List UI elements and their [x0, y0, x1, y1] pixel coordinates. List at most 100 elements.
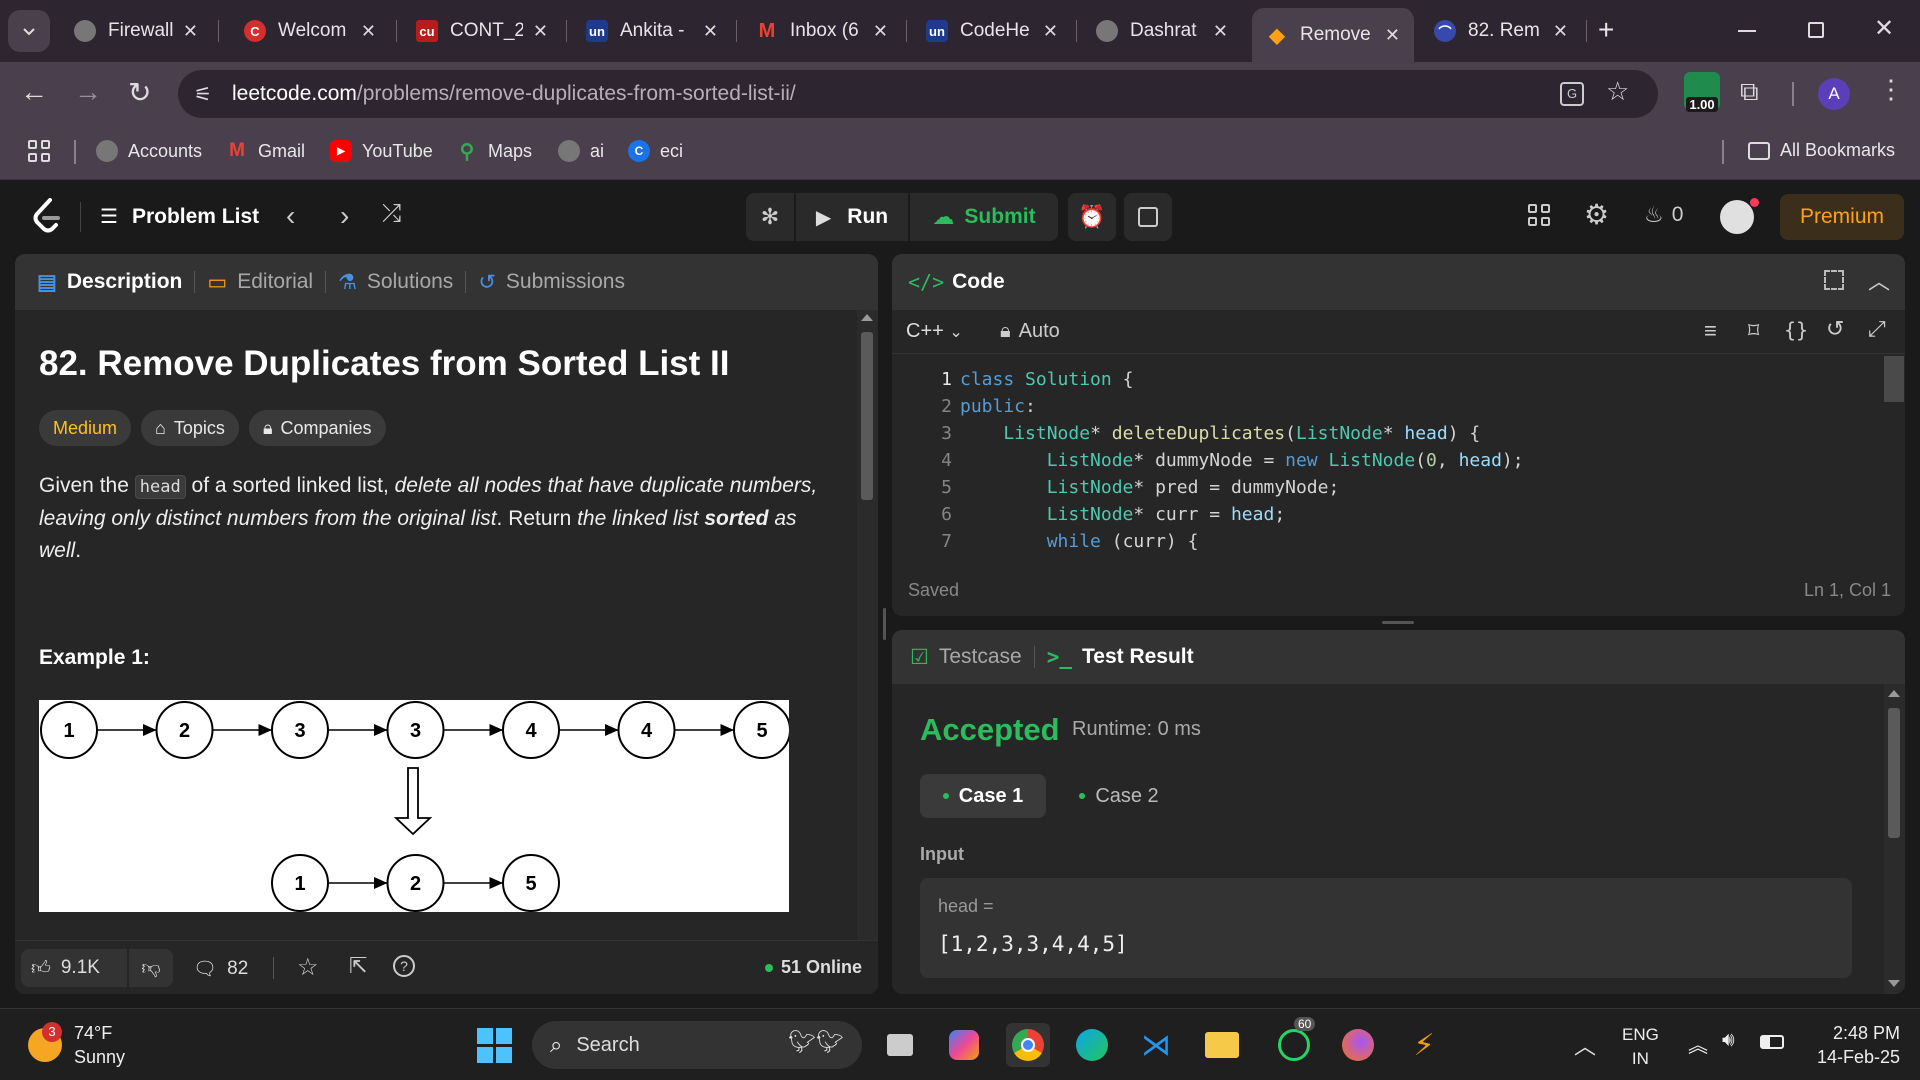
extensions-puzzle-icon[interactable]: ⧉: [1740, 76, 1759, 108]
code-line[interactable]: 7 while (curr) {: [892, 528, 1892, 555]
fullscreen-icon[interactable]: [1824, 270, 1844, 290]
edge-icon[interactable]: [1070, 1023, 1114, 1067]
code-line[interactable]: 4 ListNode* dummyNode = new ListNode(0, …: [892, 447, 1892, 474]
result-scrollbar[interactable]: [1884, 684, 1905, 994]
scrollbar[interactable]: [857, 310, 878, 994]
bookmark-ai[interactable]: ai: [558, 140, 604, 162]
browser-tab[interactable]: C Welcom ✕: [230, 10, 390, 52]
expand-icon[interactable]: ⤢: [1868, 316, 1886, 342]
weather-widget[interactable]: 3 74°F Sunny: [28, 1021, 125, 1069]
scroll-thumb[interactable]: [861, 332, 873, 500]
share-icon[interactable]: ⇱: [349, 953, 367, 979]
close-icon[interactable]: ✕: [1043, 21, 1058, 42]
whatsapp-icon[interactable]: 60: [1272, 1017, 1316, 1067]
tab-solutions[interactable]: ⚗ Solutions: [338, 270, 453, 295]
code-line[interactable]: 2 public:: [892, 393, 1892, 420]
bookmark-icon[interactable]: ⌑: [1748, 318, 1759, 344]
show-hidden-icons[interactable]: ︿: [1574, 1029, 1596, 1061]
language-indicator[interactable]: ENG IN: [1622, 1023, 1659, 1071]
close-icon[interactable]: ✕: [183, 21, 198, 42]
auto-mode[interactable]: 🔒︎ Auto: [1000, 320, 1060, 343]
user-avatar[interactable]: [1720, 198, 1759, 234]
new-tab-icon[interactable]: +: [1598, 14, 1614, 46]
translate-icon[interactable]: G: [1560, 82, 1584, 106]
close-icon[interactable]: ✕: [533, 21, 548, 42]
bookmark-maps[interactable]: ⚲ Maps: [456, 140, 532, 163]
close-icon[interactable]: ✕: [703, 21, 718, 42]
reset-icon[interactable]: ↺: [1826, 316, 1844, 342]
vscode-icon[interactable]: ⋊: [1134, 1023, 1178, 1067]
close-icon[interactable]: ✕: [873, 21, 888, 42]
all-bookmarks[interactable]: All Bookmarks: [1748, 140, 1895, 161]
copilot-icon[interactable]: [942, 1023, 986, 1067]
volume-icon[interactable]: 🔊︎: [1722, 1029, 1735, 1052]
bookmark-gmail[interactable]: M Gmail: [226, 140, 305, 162]
minimize-icon[interactable]: [1738, 30, 1756, 32]
tab-submissions[interactable]: ↺ Submissions: [478, 270, 625, 295]
tab-test-result[interactable]: >_ Test Result: [1047, 645, 1194, 669]
close-icon[interactable]: ✕: [1553, 21, 1568, 42]
browser-tab-active[interactable]: ◆ Remove ✕: [1252, 8, 1414, 62]
code-editor[interactable]: 1 class Solution {2 public: 3 ListNode* del…: [892, 366, 1892, 556]
bookmark-eci[interactable]: Ceci: [628, 140, 683, 162]
dislike-button[interactable]: 👎︎: [129, 949, 173, 987]
premium-button[interactable]: Premium: [1780, 194, 1904, 240]
back-icon[interactable]: ←: [20, 76, 48, 108]
close-icon[interactable]: ✕: [361, 21, 376, 42]
tab-editorial[interactable]: ▭ Editorial: [207, 270, 313, 295]
debug-button[interactable]: ✻: [746, 193, 794, 241]
reload-icon[interactable]: ↻: [128, 76, 151, 109]
browser-tab[interactable]: Firewall ✕: [60, 10, 212, 52]
shuffle-icon[interactable]: ⤮: [382, 200, 401, 228]
companies-tag[interactable]: 🔒︎ Companies: [248, 410, 386, 446]
browser-tab[interactable]: un Ankita - ✕: [572, 10, 732, 52]
difficulty-badge[interactable]: Medium: [39, 410, 132, 446]
submit-button[interactable]: ☁ Submit: [910, 193, 1058, 241]
format-icon[interactable]: ≡: [1704, 318, 1717, 344]
tab-search-button[interactable]: [8, 10, 50, 52]
language-select[interactable]: C++ ⌄: [906, 320, 963, 343]
star-icon[interactable]: ☆: [1606, 76, 1629, 107]
battery-icon[interactable]: [1760, 1035, 1784, 1049]
settings-gear-icon[interactable]: ⚙: [1584, 198, 1609, 231]
wifi-icon[interactable]: ︽: [1688, 1029, 1708, 1058]
scroll-up-icon[interactable]: [861, 314, 873, 321]
case-2-button[interactable]: Case 2: [1056, 774, 1182, 818]
extension-icon[interactable]: 1.00: [1684, 72, 1720, 112]
code-line[interactable]: 5 ListNode* pred = dummyNode;: [892, 474, 1892, 501]
task-view-icon[interactable]: [878, 1023, 922, 1067]
editor-scrollbar[interactable]: [1884, 356, 1904, 402]
resize-handle[interactable]: [1382, 621, 1414, 624]
windows-start-icon[interactable]: [472, 1023, 516, 1067]
clock[interactable]: 2:48 PM 14-Feb-25: [1800, 1021, 1900, 1069]
profile-avatar[interactable]: A: [1818, 78, 1850, 110]
streak-counter[interactable]: ♨ 0: [1644, 202, 1683, 228]
firefox-icon[interactable]: [1336, 1023, 1380, 1067]
browser-tab[interactable]: cu CONT_2 ✕: [402, 10, 562, 52]
address-bar[interactable]: ⚟ leetcode.com/problems/remove-duplicate…: [178, 70, 1658, 118]
browser-tab[interactable]: Dashrat ✕: [1082, 10, 1242, 52]
taskbar-search[interactable]: ⌕ Search 🐦︎🐦︎: [532, 1021, 862, 1069]
comments-button[interactable]: 🗨︎ 82: [193, 957, 248, 981]
browser-tab[interactable]: M Inbox (6 ✕: [742, 10, 902, 52]
restore-icon[interactable]: [1808, 22, 1824, 38]
site-info-icon[interactable]: ⚟: [194, 82, 218, 107]
tab-testcase[interactable]: ☑ Testcase: [910, 645, 1022, 670]
next-problem-icon[interactable]: ›: [340, 200, 349, 232]
run-button[interactable]: ▶ Run: [796, 193, 908, 241]
close-icon[interactable]: ✕: [1385, 25, 1400, 46]
url-text[interactable]: leetcode.com/problems/remove-duplicates-…: [232, 82, 796, 106]
case-1-button[interactable]: Case 1: [920, 774, 1046, 818]
braces-icon[interactable]: {}: [1784, 318, 1808, 342]
bookmark-accounts[interactable]: Accounts: [96, 140, 202, 162]
chrome-icon[interactable]: [1006, 1023, 1050, 1067]
collapse-icon[interactable]: ︿: [1868, 264, 1890, 296]
tab-description[interactable]: ▤ Description: [37, 270, 182, 295]
scroll-thumb[interactable]: [1888, 708, 1900, 838]
close-icon[interactable]: ✕: [1213, 21, 1228, 42]
notes-button[interactable]: [1124, 193, 1172, 241]
app-icon[interactable]: ⚡︎: [1402, 1023, 1446, 1067]
browser-tab[interactable]: ⌒ 82. Rem ✕: [1420, 10, 1582, 52]
layout-grid-icon[interactable]: [1528, 204, 1550, 226]
bookmark-youtube[interactable]: ▶ YouTube: [330, 140, 433, 162]
